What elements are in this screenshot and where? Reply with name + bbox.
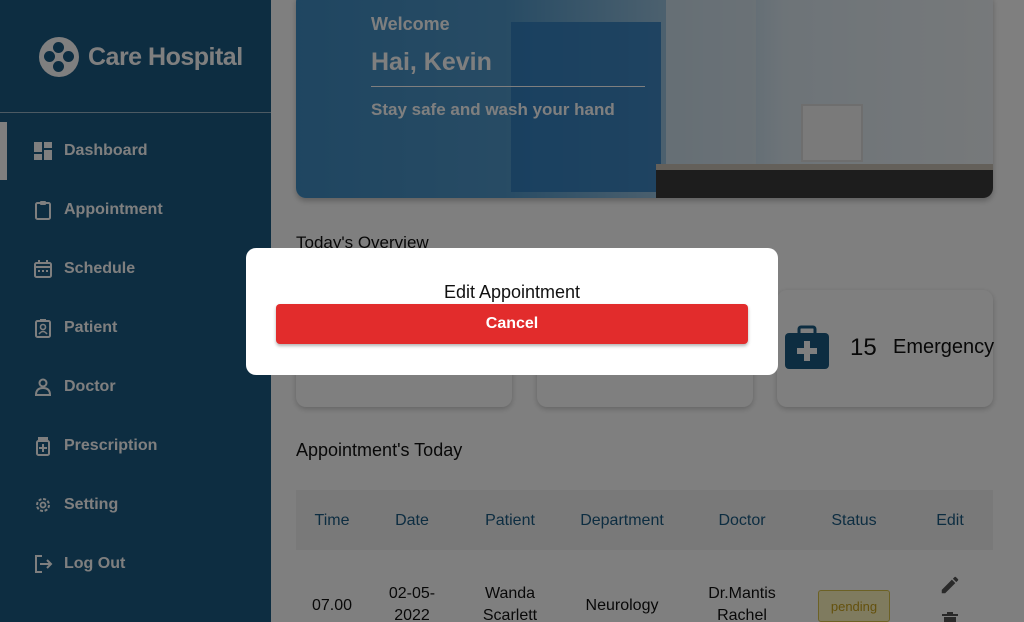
dialog-title: Edit Appointment	[443, 282, 581, 302]
edit-appointment-dialog: Edit Appointment Cancel	[246, 248, 778, 375]
cancel-button[interactable]: Cancel	[276, 304, 748, 344]
